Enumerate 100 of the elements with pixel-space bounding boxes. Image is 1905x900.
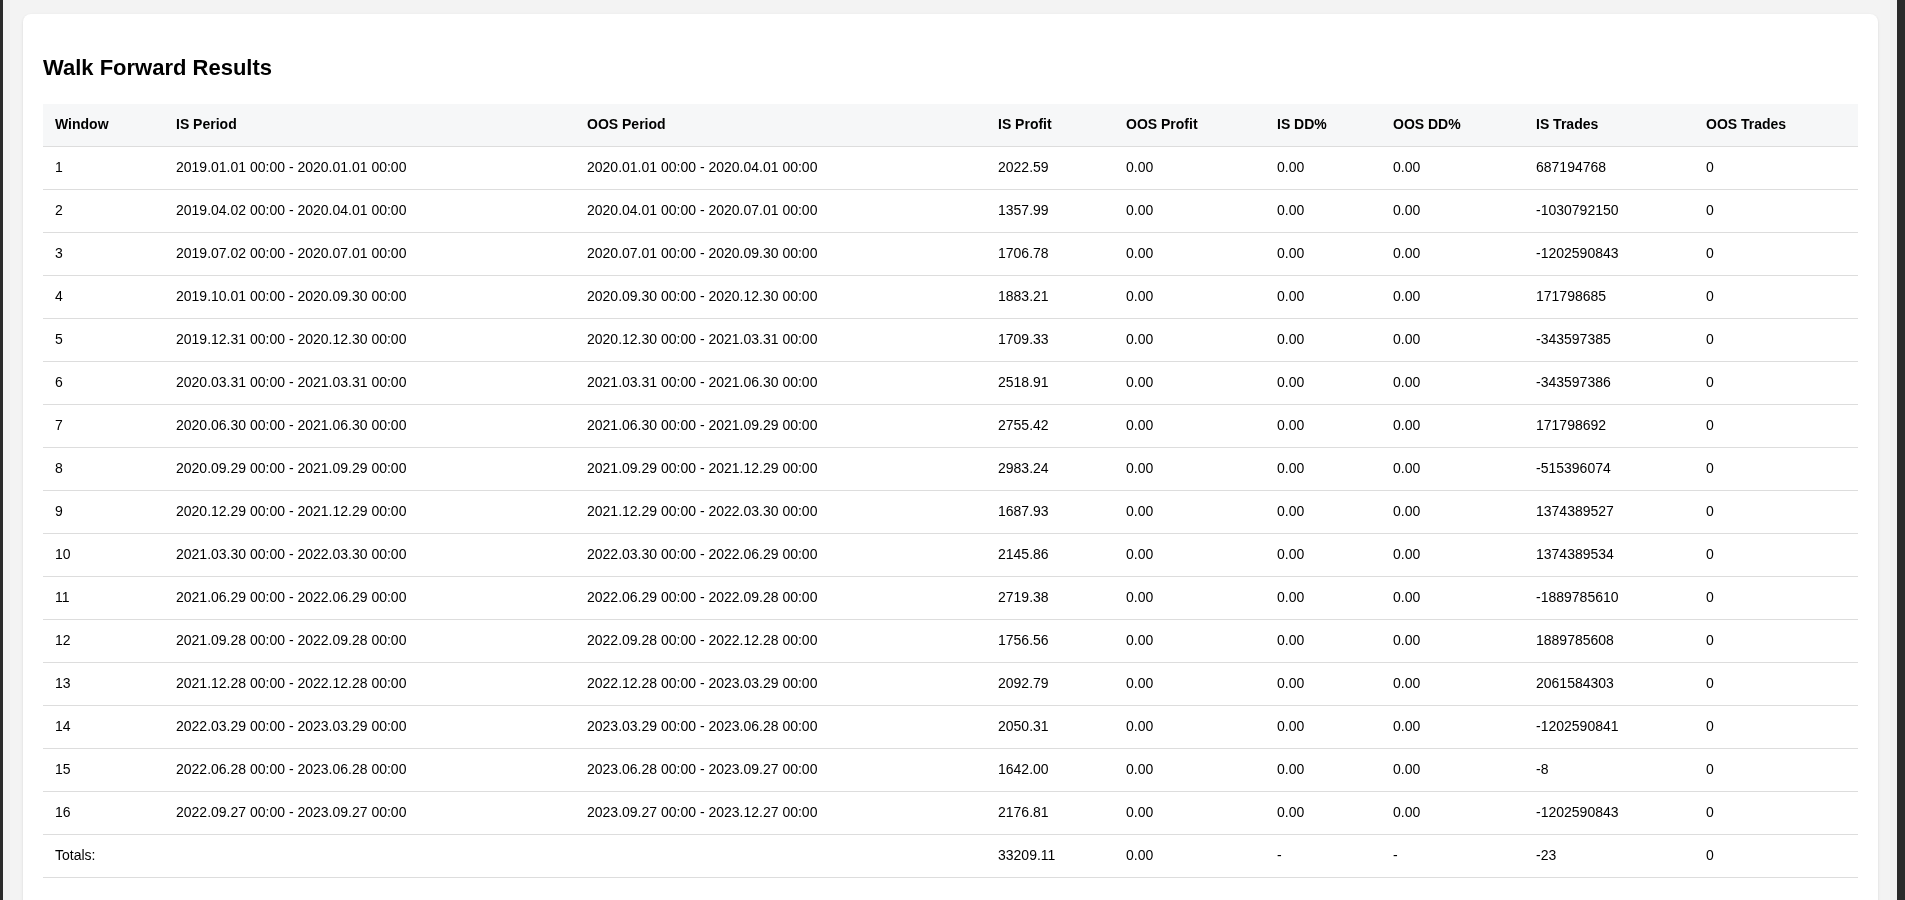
table-cell: 0.00	[1277, 804, 1305, 820]
table-cell: 10	[55, 546, 71, 562]
table-cell: 2983.24	[998, 460, 1049, 476]
table-cell: 0.00	[1126, 546, 1154, 562]
table-cell: 1756.56	[998, 632, 1049, 648]
column-header: OOS DD%	[1381, 104, 1524, 146]
table-cell: 4	[55, 288, 63, 304]
table-cell: 0.00	[1277, 288, 1305, 304]
column-header: IS Period	[164, 104, 575, 146]
table-cell: 0.00	[1277, 460, 1305, 476]
table-cell: 0.00	[1393, 417, 1421, 433]
table-cell: 2022.09.28 00:00 - 2022.12.28 00:00	[587, 632, 818, 648]
table-cell: 0.00	[1277, 589, 1305, 605]
table-cell: 2021.06.29 00:00 - 2022.06.29 00:00	[176, 589, 407, 605]
table-cell: 687194768	[1536, 159, 1607, 175]
table-cell: 2022.03.30 00:00 - 2022.06.29 00:00	[587, 546, 818, 562]
table-cell: 0.00	[1277, 374, 1305, 390]
table-cell: 2021.12.29 00:00 - 2022.03.30 00:00	[587, 503, 818, 519]
column-header: IS Trades	[1524, 104, 1694, 146]
table-cell: 171798685	[1536, 288, 1607, 304]
table-cell: 2021.03.31 00:00 - 2021.06.30 00:00	[587, 374, 818, 390]
table-cell: 2021.06.30 00:00 - 2021.09.29 00:00	[587, 417, 818, 433]
table-cell: 1687.93	[998, 503, 1049, 519]
table-cell: -1202590843	[1536, 245, 1619, 261]
table-cell: 1357.99	[998, 202, 1049, 218]
table-cell: 0.00	[1277, 417, 1305, 433]
table-cell: 8	[55, 460, 63, 476]
table-cell: 0.00	[1277, 503, 1305, 519]
table-cell: 0.00	[1126, 718, 1154, 734]
column-header: IS Profit	[986, 104, 1114, 146]
table-cell: 0.00	[1393, 675, 1421, 691]
totals-cell: -	[1393, 847, 1398, 863]
table-cell: 2022.59	[998, 159, 1049, 175]
totals-cell: -23	[1536, 847, 1557, 863]
table-cell: 0.00	[1393, 503, 1421, 519]
table-cell: 2020.07.01 00:00 - 2020.09.30 00:00	[587, 245, 818, 261]
table-cell: 0	[1706, 417, 1714, 433]
table-cell: 0.00	[1277, 761, 1305, 777]
table-cell: 2020.12.30 00:00 - 2021.03.31 00:00	[587, 331, 818, 347]
table-cell: 0	[1706, 159, 1714, 175]
table-cell: 0.00	[1126, 804, 1154, 820]
table-cell: 0.00	[1393, 288, 1421, 304]
table-cell: 11	[55, 589, 70, 605]
table-cell: 2019.04.02 00:00 - 2020.04.01 00:00	[176, 202, 407, 218]
table-cell: 1883.21	[998, 288, 1049, 304]
table-cell: 5	[55, 331, 63, 347]
table-cell: 0.00	[1277, 718, 1305, 734]
table-cell: 2719.38	[998, 589, 1049, 605]
table-cell: 13	[55, 675, 71, 691]
table-cell: 0.00	[1126, 675, 1154, 691]
table-cell: 0.00	[1126, 503, 1154, 519]
table-cell: 2023.09.27 00:00 - 2023.12.27 00:00	[587, 804, 818, 820]
table-cell: 2021.12.28 00:00 - 2022.12.28 00:00	[176, 675, 407, 691]
table-cell: 0	[1706, 288, 1714, 304]
table-cell: 2022.03.29 00:00 - 2023.03.29 00:00	[176, 718, 407, 734]
table-cell: 0.00	[1126, 159, 1154, 175]
table-cell: 1706.78	[998, 245, 1049, 261]
table-cell: 0.00	[1126, 374, 1154, 390]
table-cell: 0.00	[1393, 374, 1421, 390]
table-cell: 0.00	[1393, 761, 1421, 777]
table-cell: 7	[55, 417, 63, 433]
column-header: IS DD%	[1265, 104, 1381, 146]
table-cell: 2023.03.29 00:00 - 2023.06.28 00:00	[587, 718, 818, 734]
table-cell: 1709.33	[998, 331, 1049, 347]
table-cell: 0	[1706, 804, 1714, 820]
table-cell: 0	[1706, 245, 1714, 261]
table-cell: 0.00	[1277, 202, 1305, 218]
table-cell: -343597386	[1536, 374, 1611, 390]
table-cell: 3	[55, 245, 63, 261]
table-cell: 2021.03.30 00:00 - 2022.03.30 00:00	[176, 546, 407, 562]
table-cell: 0	[1706, 202, 1714, 218]
table-cell: 1374389534	[1536, 546, 1614, 562]
section-title: Walk Forward Results	[43, 54, 273, 82]
table-cell: 0.00	[1393, 546, 1421, 562]
table-cell: 0.00	[1126, 331, 1154, 347]
table-cell: 0.00	[1126, 589, 1154, 605]
table-cell: 2020.09.29 00:00 - 2021.09.29 00:00	[176, 460, 407, 476]
table-cell: 12	[55, 632, 71, 648]
table-cell: 2020.01.01 00:00 - 2020.04.01 00:00	[587, 159, 818, 175]
column-header: OOS Period	[575, 104, 986, 146]
table-cell: 2061584303	[1536, 675, 1614, 691]
table-cell: 0.00	[1393, 331, 1421, 347]
table-cell: 0	[1706, 503, 1714, 519]
totals-cell: 0.00	[1126, 847, 1154, 863]
table-cell: 14	[55, 718, 71, 734]
table-cell: 15	[55, 761, 71, 777]
table-cell: 1374389527	[1536, 503, 1614, 519]
table-cell: 2092.79	[998, 675, 1049, 691]
table-cell: 0.00	[1126, 245, 1154, 261]
table-cell: 0.00	[1126, 288, 1154, 304]
table-cell: 0	[1706, 546, 1714, 562]
table-cell: 0.00	[1277, 159, 1305, 175]
table-cell: 0.00	[1277, 675, 1305, 691]
table-cell: -343597385	[1536, 331, 1611, 347]
totals-cell: 0	[1706, 847, 1714, 863]
table-cell: 2755.42	[998, 417, 1049, 433]
table-cell: 0	[1706, 589, 1714, 605]
table-cell: 0.00	[1393, 159, 1421, 175]
table-cell: 2022.06.29 00:00 - 2022.09.28 00:00	[587, 589, 818, 605]
table-cell: 2019.01.01 00:00 - 2020.01.01 00:00	[176, 159, 407, 175]
